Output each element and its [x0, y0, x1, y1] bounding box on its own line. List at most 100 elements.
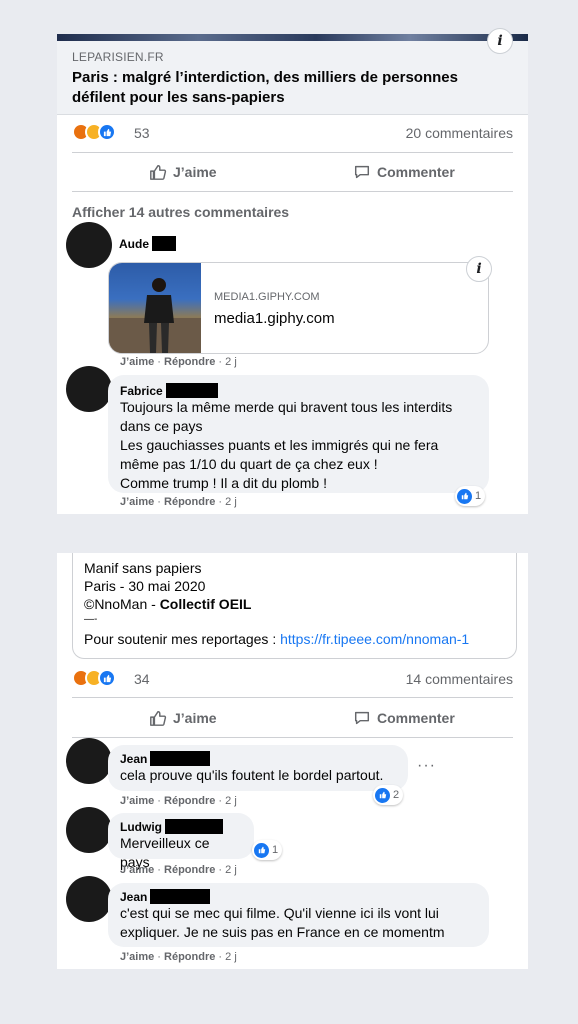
comment-reaction-badge[interactable]: 2: [373, 785, 404, 805]
thumbs-up-icon: [150, 710, 167, 726]
giphy-domain: MEDIA1.GIPHY.COM: [214, 291, 320, 303]
link-title[interactable]: Paris : malgré l’interdiction, des milli…: [72, 68, 492, 108]
comment-author[interactable]: Jean: [120, 751, 396, 766]
like-label: J’aime: [173, 164, 217, 180]
comment-bubble: Jean cela prouve qu'ils foutent le borde…: [108, 745, 408, 791]
comment-time[interactable]: 2 j: [225, 951, 237, 963]
reaction-summary[interactable]: 53 20 commentaires: [72, 123, 513, 143]
comment-button[interactable]: Commenter: [353, 163, 455, 181]
comment-reply-link[interactable]: Répondre: [164, 496, 215, 508]
comment-label: Commenter: [377, 710, 455, 726]
comment-reaction-badge[interactable]: 1: [252, 840, 283, 860]
post-text-line: Manif sans papiers: [84, 560, 202, 576]
reaction-summary[interactable]: 34 14 commentaires: [72, 669, 513, 689]
comment-text-line: c'est qui se mec qui filme. Qu'il vienne…: [120, 905, 439, 921]
comment-like-link[interactable]: J’aime: [120, 864, 154, 876]
comment-time[interactable]: 2 j: [225, 496, 237, 508]
reaction-count: 53: [134, 125, 150, 141]
thumbs-up-icon: [150, 164, 167, 180]
post-text-line: Paris - 30 mai 2020: [84, 578, 206, 594]
comment-time[interactable]: 2 j: [225, 864, 237, 876]
like-reaction-icon: [98, 123, 116, 141]
divider: [72, 697, 513, 698]
like-button[interactable]: J’aime: [149, 709, 217, 727]
comment-reply-link[interactable]: Répondre: [164, 951, 215, 963]
comment-count[interactable]: 14 commentaires: [406, 671, 513, 687]
like-reaction-icon: [375, 787, 390, 803]
comment-reply-link[interactable]: Répondre: [164, 864, 215, 876]
comment-like-link[interactable]: J’aime: [120, 795, 154, 807]
comment-text: cela prouve qu'ils foutent le bordel par…: [120, 767, 384, 783]
reaction-count: 34: [134, 671, 150, 687]
avatar[interactable]: [66, 222, 112, 268]
comment-label: Commenter: [377, 164, 455, 180]
comment-meta: J’aime · Répondre · 2 j: [120, 496, 237, 508]
redaction: [165, 819, 223, 834]
like-reaction-icon: [457, 488, 472, 504]
like-reaction-icon: [254, 842, 269, 858]
comment-meta: J’aime · Répondre · 2 j: [120, 951, 237, 963]
comment-author[interactable]: Fabrice: [120, 383, 477, 398]
giphy-thumbnail: [109, 263, 201, 353]
comment-text-line: dans ce pays: [120, 418, 203, 434]
post-credit: ©NnoMan - Collectif OEIL: [84, 596, 252, 612]
comment-icon: [354, 711, 370, 725]
divider: [72, 191, 513, 192]
like-reaction-icon: [98, 669, 116, 687]
comment-time[interactable]: 2 j: [225, 356, 237, 368]
post-panel-2: Manif sans papiers Paris - 30 mai 2020 ©…: [57, 553, 528, 969]
post-panel-1: LEPARISIEN.FR Paris : malgré l’interdict…: [57, 28, 528, 514]
comment-author[interactable]: Ludwig: [120, 819, 242, 834]
redaction: [150, 751, 211, 766]
more-options-icon[interactable]: ···: [417, 757, 436, 775]
like-button[interactable]: J’aime: [149, 163, 217, 181]
comment-author[interactable]: Aude: [119, 236, 176, 251]
comment-reply-link[interactable]: Répondre: [164, 795, 215, 807]
redaction: [165, 383, 218, 398]
link-domain: LEPARISIEN.FR: [72, 50, 164, 64]
avatar[interactable]: [66, 876, 112, 922]
redaction: [150, 889, 211, 904]
info-icon[interactable]: i: [466, 256, 492, 282]
credit-bold: Collectif OEIL: [159, 596, 252, 612]
comment-time[interactable]: 2 j: [225, 795, 237, 807]
comment-like-link[interactable]: J’aime: [120, 356, 154, 368]
comment-text-line: Toujours la même merde qui bravent tous …: [120, 399, 453, 415]
reaction-icons: [72, 669, 116, 687]
divider: [72, 152, 513, 153]
reaction-icons: [72, 123, 116, 141]
giphy-title: media1.giphy.com: [214, 310, 335, 327]
comment-meta: J’aime · Répondre · 2 j: [120, 356, 237, 368]
tipeee-link[interactable]: https://fr.tipeee.com/nnoman-1: [280, 631, 469, 647]
comment-reply-link[interactable]: Répondre: [164, 356, 215, 368]
post-support-line: Pour soutenir mes reportages : https://f…: [84, 631, 470, 647]
comment-text-line: Comme trump ! Il a dit du plomb !: [120, 475, 327, 491]
show-more-comments[interactable]: Afficher 14 autres commentaires: [72, 204, 289, 220]
post-separator: —-: [84, 614, 98, 625]
comment-bubble: Fabrice Toujours la même merde qui brave…: [108, 375, 489, 493]
comment-like-link[interactable]: J’aime: [120, 496, 154, 508]
comment-count[interactable]: 20 commentaires: [406, 125, 513, 141]
comment-like-link[interactable]: J’aime: [120, 951, 154, 963]
comment-text-line: Les gauchiasses puants et les immigrés q…: [120, 437, 439, 453]
link-preview-image[interactable]: [57, 34, 528, 41]
comment-bubble: Ludwig Merveilleux ce pays: [108, 813, 254, 870]
divider: [72, 737, 513, 738]
comment-meta: J’aime · Répondre · 2 j: [120, 795, 237, 807]
comment-meta: J’aime · Répondre · 2 j: [120, 864, 237, 876]
link-preview[interactable]: LEPARISIEN.FR Paris : malgré l’interdict…: [57, 41, 528, 115]
comment-reaction-badge[interactable]: 1: [455, 486, 486, 506]
info-icon[interactable]: i: [487, 28, 513, 54]
redaction: [152, 236, 176, 251]
avatar[interactable]: [66, 366, 112, 412]
avatar[interactable]: [66, 807, 112, 853]
comment-text-line: expliquer. Je ne suis pas en France en c…: [120, 924, 445, 940]
giphy-link-card[interactable]: MEDIA1.GIPHY.COM media1.giphy.com: [108, 262, 489, 354]
comment-button[interactable]: Commenter: [353, 709, 455, 727]
avatar[interactable]: [66, 738, 112, 784]
comment-icon: [354, 165, 370, 179]
comment-text-line: même pas 1/10 du quart de ça chez eux !: [120, 456, 378, 472]
like-label: J’aime: [173, 710, 217, 726]
comment-author[interactable]: Jean: [120, 889, 477, 904]
comment-bubble: Jean c'est qui se mec qui filme. Qu'il v…: [108, 883, 489, 947]
